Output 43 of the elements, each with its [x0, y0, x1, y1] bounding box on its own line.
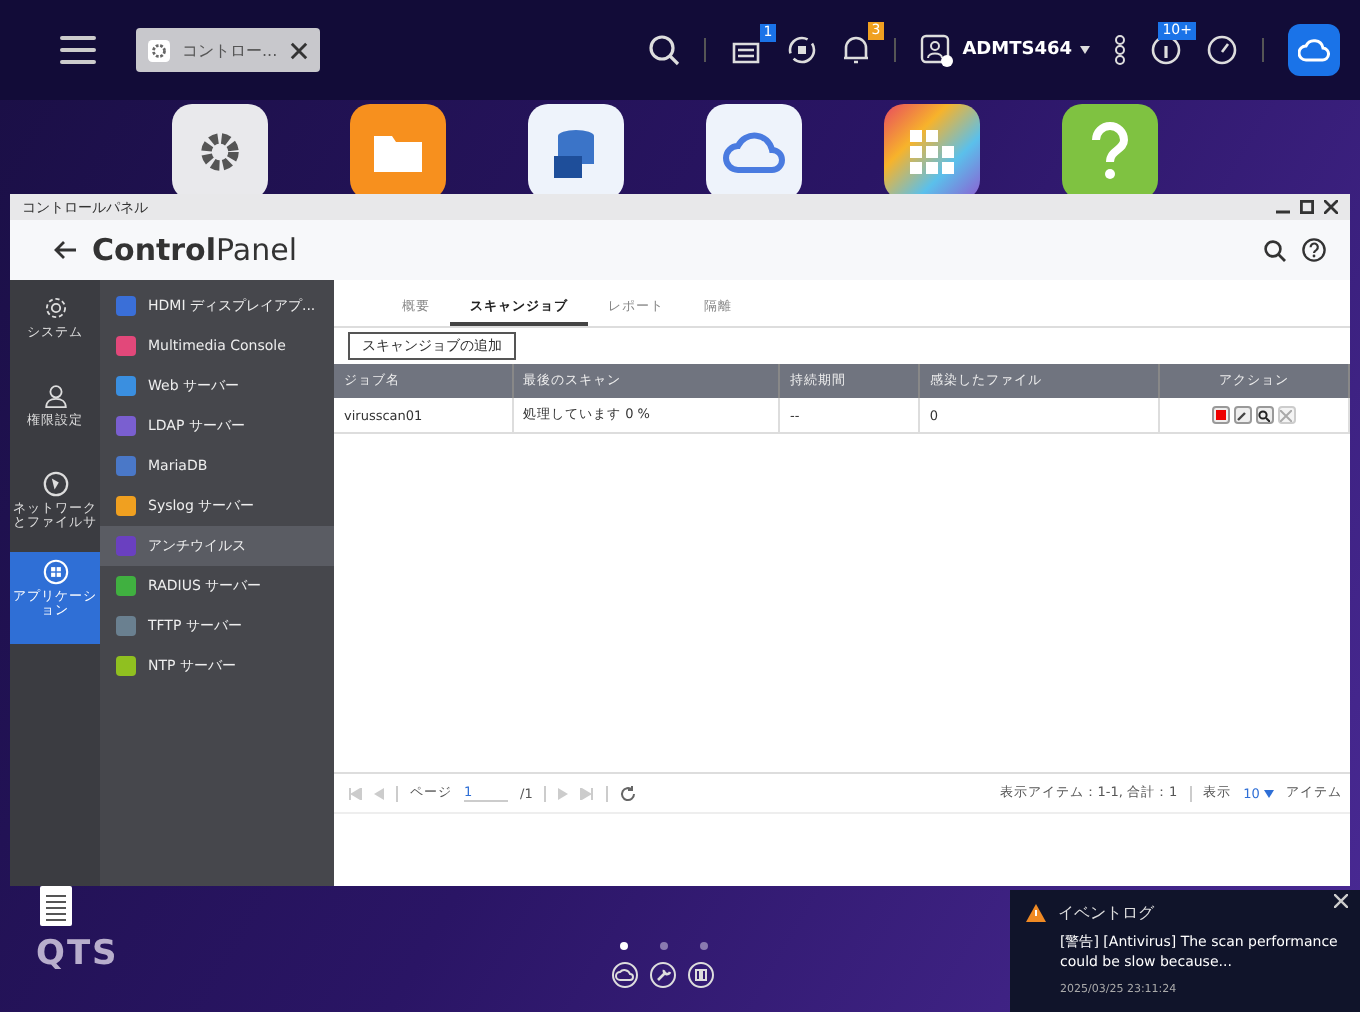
gear-app-icon[interactable]: [172, 104, 268, 194]
search-icon[interactable]: [1255, 406, 1274, 424]
help-app-icon[interactable]: [1062, 104, 1158, 194]
cloud-icon[interactable]: [612, 962, 638, 988]
wrench-icon[interactable]: [650, 962, 676, 988]
page-dot[interactable]: [699, 942, 707, 950]
close-icon[interactable]: [290, 41, 308, 59]
gear-icon: [148, 39, 170, 61]
cloud-button[interactable]: [1288, 24, 1340, 76]
back-arrow-icon[interactable]: [54, 240, 76, 260]
caret-icon: [1264, 789, 1274, 797]
stop-icon[interactable]: [1211, 406, 1230, 424]
close-icon[interactable]: [1324, 200, 1338, 214]
user-icon: [41, 382, 69, 410]
user-icon: [920, 33, 955, 67]
notes-icon[interactable]: [36, 886, 76, 926]
apps-icon: [41, 558, 69, 586]
user-menu[interactable]: ADMTS464: [920, 33, 1090, 67]
help-icon[interactable]: [1302, 238, 1326, 262]
menu-icon[interactable]: [60, 34, 96, 66]
app-tab[interactable]: コントロー...: [136, 28, 320, 72]
warning-icon: [1026, 904, 1046, 922]
info-icon[interactable]: [1150, 34, 1182, 66]
gear-icon: [41, 294, 69, 322]
maximize-icon[interactable]: [1300, 200, 1314, 214]
search-icon[interactable]: [648, 34, 681, 66]
folder-app-icon[interactable]: [350, 104, 446, 194]
notification-title: イベントログ: [1058, 902, 1154, 924]
qts-logo: QTS: [36, 934, 119, 974]
page-dot[interactable]: [619, 942, 627, 950]
more-icon[interactable]: [1114, 34, 1126, 66]
edit-icon[interactable]: [1233, 406, 1252, 424]
page-dot[interactable]: [659, 942, 667, 950]
grid-app-icon[interactable]: [884, 104, 980, 194]
bell-icon[interactable]: [842, 34, 871, 66]
gauge-icon[interactable]: [1206, 34, 1238, 66]
cloud-icon: [1298, 38, 1330, 62]
refresh-icon[interactable]: [620, 785, 637, 801]
app-title: ControlPanel: [92, 232, 297, 268]
search-icon[interactable]: [1264, 239, 1286, 261]
tab-label: コントロー...: [182, 39, 278, 61]
cloud-app-icon[interactable]: [706, 104, 802, 194]
caret-icon: [1080, 46, 1090, 54]
